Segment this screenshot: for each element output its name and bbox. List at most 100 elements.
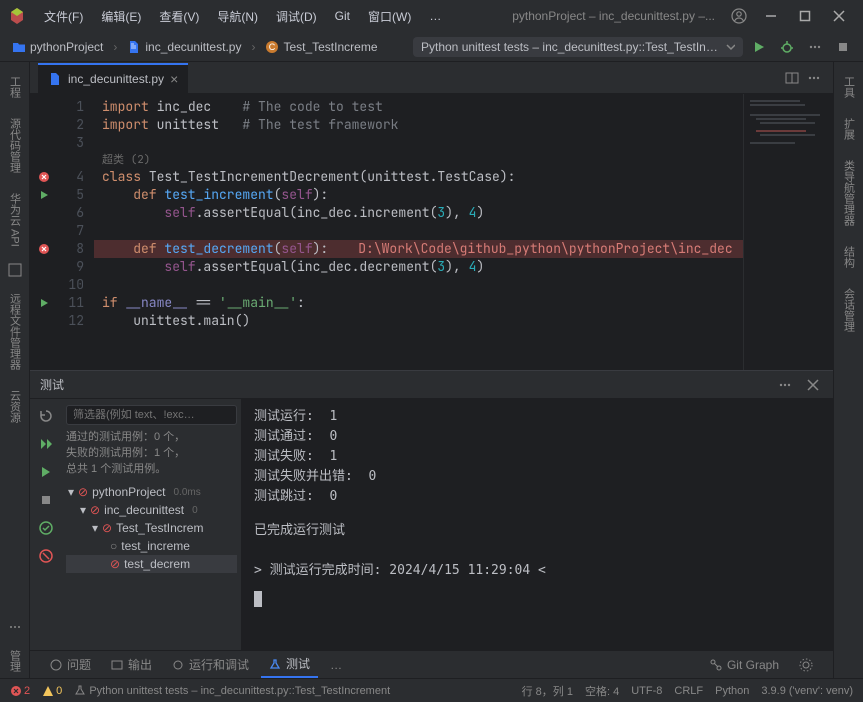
menu-navigate[interactable]: 导航(N): [209, 4, 266, 29]
status-encoding[interactable]: UTF-8: [631, 685, 662, 697]
bottom-tabs: 问题 输出 运行和调试 测试 … Git Graph: [30, 650, 833, 678]
chevron-right-icon: ›: [249, 40, 257, 54]
stop-button[interactable]: [831, 35, 855, 59]
more-actions-button[interactable]: [803, 35, 827, 59]
tool-cloud-resources[interactable]: 云资源: [7, 384, 23, 429]
tool-class-nav[interactable]: 类导航管理器: [841, 154, 857, 232]
menu-window[interactable]: 窗口(W): [360, 4, 419, 29]
show-ignored-icon[interactable]: [35, 545, 57, 567]
debug-button[interactable]: [775, 35, 799, 59]
menu-view[interactable]: 查看(V): [151, 4, 207, 29]
tab-more-icon[interactable]: [803, 67, 825, 89]
run-button[interactable]: [747, 35, 771, 59]
line-numbers: 123456789101112: [58, 94, 94, 370]
gutter-error-icon[interactable]: [30, 240, 58, 258]
tab-more[interactable]: …: [322, 654, 350, 676]
breadcrumb-symbol[interactable]: C Test_TestIncreme: [261, 38, 381, 56]
close-button[interactable]: [823, 2, 855, 30]
breadcrumb-project[interactable]: pythonProject: [8, 38, 107, 56]
tree-class[interactable]: ▾⊘Test_TestIncrem: [66, 519, 237, 537]
super-class-hint[interactable]: 超类 (2): [94, 152, 743, 168]
tool-session[interactable]: 会话管理: [841, 282, 857, 338]
tab-settings-icon[interactable]: [791, 654, 821, 676]
status-language[interactable]: Python: [715, 685, 749, 697]
minimap[interactable]: [743, 94, 833, 370]
breadcrumb-symbol-label: Test_TestIncreme: [283, 40, 377, 54]
run-config-label: Python unittest tests – inc_decunittest.…: [421, 40, 720, 54]
panel-title: 测试: [40, 376, 64, 393]
gutter-error-icon[interactable]: [30, 168, 58, 186]
tool-tools[interactable]: 工具: [841, 70, 857, 104]
status-warnings[interactable]: 0: [42, 685, 62, 697]
minimize-button[interactable]: [755, 2, 787, 30]
tool-source-control[interactable]: 源代码管理: [7, 112, 23, 179]
api-icon[interactable]: [6, 261, 24, 279]
flask-icon: [269, 658, 281, 670]
test-panel: 测试 通过的测试用例：0 个， 失败的测: [30, 370, 833, 650]
status-interpreter[interactable]: 3.9.9 ('venv': venv): [761, 685, 853, 697]
inline-error-text: D:\Work\Code\github_python\pythonProject…: [358, 240, 732, 257]
tab-run-debug[interactable]: 运行和调试: [164, 652, 257, 677]
right-tool-strip: 工具 扩展 类导航管理器 结构 会话管理: [833, 62, 863, 678]
split-editor-icon[interactable]: [781, 67, 803, 89]
tab-inc-decunittest[interactable]: inc_decunittest.py ×: [38, 63, 188, 93]
tool-manage[interactable]: 管理: [7, 644, 23, 678]
run-all-icon[interactable]: [35, 433, 57, 455]
chevron-down-icon: [726, 42, 735, 52]
menu-edit[interactable]: 编辑(E): [93, 4, 149, 29]
gutter-run-icon[interactable]: [30, 186, 58, 204]
status-errors[interactable]: 2: [10, 685, 30, 697]
tab-output[interactable]: 输出: [103, 652, 160, 677]
test-stats: 通过的测试用例：0 个， 失败的测试用例：1 个， 总共 1 个测试用例。: [66, 429, 237, 477]
ellipsis-icon[interactable]: [6, 618, 24, 636]
stop-icon[interactable]: [35, 489, 57, 511]
maximize-button[interactable]: [789, 2, 821, 30]
svg-text:C: C: [269, 42, 276, 52]
test-output[interactable]: 测试运行: 1 测试通过: 0 测试失败: 1 测试失败并出错: 0 测试跳过:…: [242, 399, 833, 650]
status-eol[interactable]: CRLF: [674, 685, 703, 697]
cursor: [254, 591, 262, 607]
tree-file[interactable]: ▾⊘inc_decunittest0: [66, 501, 237, 519]
user-icon[interactable]: [725, 2, 753, 30]
tree-root[interactable]: ▾⊘pythonProject0.0ms: [66, 483, 237, 501]
rerun-icon[interactable]: [35, 405, 57, 427]
tab-test[interactable]: 测试: [261, 651, 318, 678]
status-bar: 2 0 Python unittest tests – inc_decunitt…: [0, 678, 863, 702]
breadcrumb-file[interactable]: inc_decunittest.py: [123, 38, 245, 56]
panel-more-icon[interactable]: [775, 375, 795, 395]
tool-structure[interactable]: 结构: [841, 240, 857, 274]
gear-icon: [799, 658, 813, 672]
tab-filename: inc_decunittest.py: [68, 72, 164, 86]
show-passed-icon[interactable]: [35, 517, 57, 539]
tree-test-decrement[interactable]: ⊘test_decrem: [66, 555, 237, 573]
status-cursor-pos[interactable]: 行 8，列 1: [522, 683, 573, 699]
python-file-icon: [48, 72, 62, 86]
menu-file[interactable]: 文件(F): [36, 4, 91, 29]
run-config-selector[interactable]: Python unittest tests – inc_decunittest.…: [413, 37, 743, 57]
tool-remote-files[interactable]: 远程文件管理器: [7, 287, 23, 376]
left-tool-strip: 工程 源代码管理 华为云 API 远程文件管理器 云资源 管理: [0, 62, 30, 678]
tool-cloud-api[interactable]: 华为云 API: [7, 187, 23, 253]
menu-git[interactable]: Git: [327, 5, 358, 27]
code-content[interactable]: import inc_dec # The code to test import…: [94, 94, 743, 370]
status-run-config[interactable]: Python unittest tests – inc_decunittest.…: [74, 684, 390, 697]
tool-extend[interactable]: 扩展: [841, 112, 857, 146]
titlebar: 文件(F) 编辑(E) 查看(V) 导航(N) 调试(D) Git 窗口(W) …: [0, 0, 863, 32]
debug-icon: [172, 659, 184, 671]
code-editor[interactable]: 123456789101112 import inc_dec # The cod…: [30, 94, 833, 370]
status-indent[interactable]: 空格: 4: [585, 683, 619, 699]
run-failed-icon[interactable]: [35, 461, 57, 483]
tab-git-graph[interactable]: Git Graph: [702, 654, 787, 676]
panel-close-icon[interactable]: [803, 375, 823, 395]
tree-test-increment[interactable]: ○test_increme: [66, 537, 237, 555]
test-filter-input[interactable]: [66, 405, 237, 425]
breadcrumb-project-label: pythonProject: [30, 40, 103, 54]
tab-problems[interactable]: 问题: [42, 652, 99, 677]
menu-debug[interactable]: 调试(D): [268, 4, 325, 29]
test-toolbar: [30, 399, 62, 650]
menu-more[interactable]: …: [421, 5, 449, 27]
gutter-run-icon[interactable]: [30, 294, 58, 312]
tab-close-icon[interactable]: ×: [170, 71, 178, 87]
editor-tabs: inc_decunittest.py ×: [30, 62, 833, 94]
tool-project[interactable]: 工程: [7, 70, 23, 104]
